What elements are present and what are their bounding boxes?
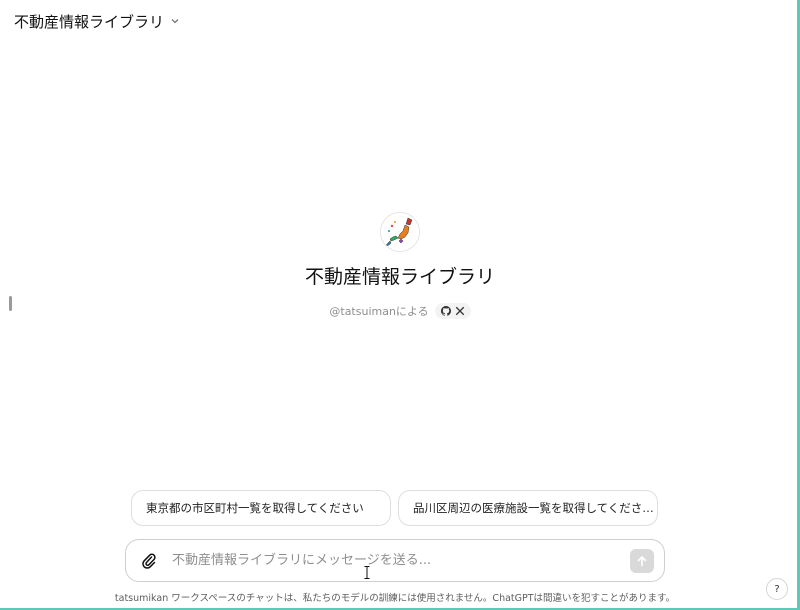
gpt-avatar	[380, 212, 420, 252]
github-icon[interactable]	[440, 306, 451, 316]
message-input[interactable]	[170, 552, 630, 569]
author-label: @tatsuimanによる	[329, 305, 429, 318]
paperclip-icon[interactable]	[140, 552, 158, 570]
suggestion-list: 東京都の市区町村一覧を取得してください 品川区周辺の医療施設一覧を取得してくださ…	[131, 490, 658, 526]
suggestion-button[interactable]: 東京都の市区町村一覧を取得してください	[131, 490, 391, 526]
suggestion-label: 品川区周辺の医療施設一覧を取得してくださ…	[413, 501, 654, 515]
suggestion-button[interactable]: 品川区周辺の医療施設一覧を取得してくださ…	[398, 490, 658, 526]
gpt-name: 不動産情報ライブラリ	[304, 266, 495, 288]
gpt-selector-title: 不動産情報ライブラリ	[14, 12, 165, 31]
gpt-intro: 不動産情報ライブラリ @tatsuimanによる	[0, 212, 800, 319]
japan-map-icon	[381, 213, 419, 251]
send-button[interactable]	[630, 548, 654, 573]
x-icon[interactable]	[455, 306, 465, 316]
help-button[interactable]: ?	[766, 578, 788, 600]
text-cursor-icon	[364, 566, 370, 579]
arrow-up-icon	[637, 555, 647, 566]
disclaimer-text: tatsumikan ワークスペースのチャットは、私たちのモデルの訓練には使用さ…	[114, 593, 676, 604]
social-links	[434, 303, 471, 319]
suggestion-label: 東京都の市区町村一覧を取得してください	[146, 501, 364, 515]
gpt-byline: @tatsuimanによる	[329, 303, 471, 319]
chevron-down-icon	[171, 19, 179, 24]
message-composer	[125, 539, 665, 582]
gpt-selector[interactable]: 不動産情報ライブラリ	[14, 10, 180, 32]
